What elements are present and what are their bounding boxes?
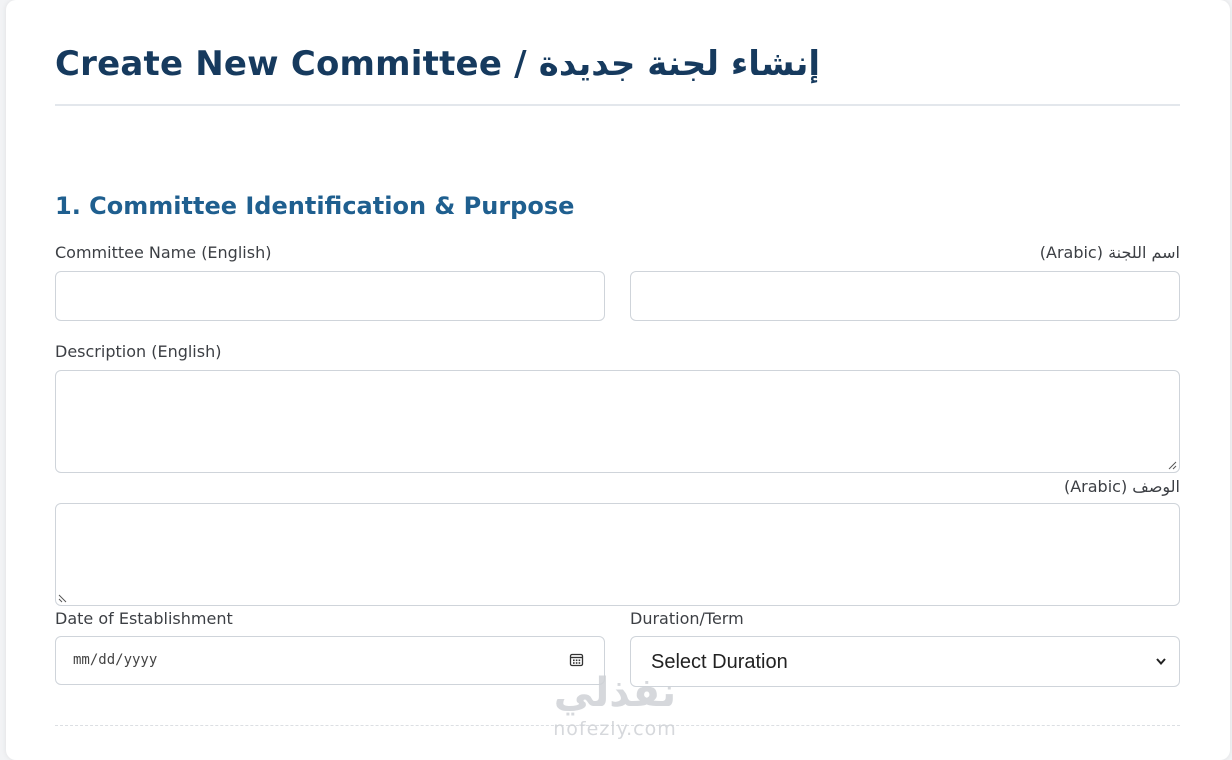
duration-term-label: Duration/Term bbox=[630, 609, 744, 628]
description-en-label: Description (English) bbox=[55, 342, 222, 361]
page-title: Create New Committee / إنشاء لجنة جديدة bbox=[55, 44, 821, 84]
chevron-down-icon bbox=[1156, 658, 1166, 666]
duration-selected-value: Select Duration bbox=[651, 651, 788, 673]
description-ar-label: الوصف (Arabic) bbox=[1063, 477, 1180, 496]
section-divider bbox=[55, 725, 1180, 726]
committee-name-en-label: Committee Name (English) bbox=[55, 243, 272, 262]
duration-select[interactable]: Select Duration bbox=[630, 636, 1180, 687]
committee-name-ar-label: اسم اللجنة (Arabic) bbox=[1039, 243, 1180, 262]
section-title-identification: 1. Committee Identification & Purpose bbox=[55, 192, 575, 220]
date-of-establishment-label: Date of Establishment bbox=[55, 609, 233, 628]
calendar-icon[interactable] bbox=[569, 652, 584, 667]
description-en-textarea[interactable] bbox=[55, 370, 1180, 473]
resize-handle-icon[interactable] bbox=[1167, 460, 1177, 470]
committee-name-en-input[interactable] bbox=[55, 271, 605, 321]
title-divider bbox=[55, 104, 1180, 106]
date-of-establishment-input[interactable]: mm/dd/yyyy bbox=[55, 636, 605, 685]
description-ar-textarea[interactable] bbox=[55, 503, 1180, 606]
resize-handle-icon[interactable] bbox=[58, 593, 68, 603]
committee-name-ar-input[interactable] bbox=[630, 271, 1180, 321]
date-placeholder: mm/dd/yyyy bbox=[73, 652, 158, 668]
